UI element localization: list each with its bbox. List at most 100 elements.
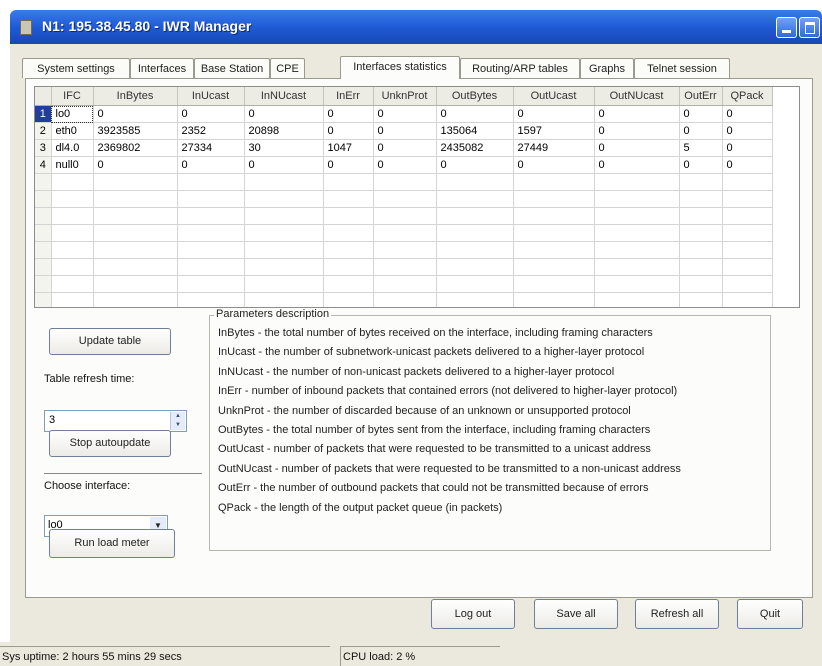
param-desc-line: InNUcast - the number of non-unicast pac… [218,365,615,378]
minimize-button[interactable] [776,17,797,38]
table-row[interactable]: 4 null0 0 0 0 0 0 0 0 0 0 0 [35,156,773,174]
column-header-inucast[interactable]: InUcast [177,87,245,106]
table-cell[interactable]: 3923585 [93,122,178,140]
table-cell[interactable]: 0 [177,156,245,174]
table-cell[interactable]: 2435082 [436,139,514,157]
table-row[interactable]: 2 eth0 3923585 2352 20898 0 0 135064 159… [35,122,773,140]
table-cell[interactable]: 30 [244,139,324,157]
table-row-empty [35,241,773,259]
table-row-empty [35,190,773,208]
table-cell[interactable]: 0 [323,156,374,174]
quit-button[interactable]: Quit [737,599,803,629]
table-cell[interactable]: 0 [679,105,723,123]
table-cell[interactable]: 0 [513,156,595,174]
param-desc-line: QPack - the length of the output packet … [218,501,503,514]
title-bar[interactable]: N1: 195.38.45.80 - IWR Manager [10,10,822,44]
parameters-description-group: Parameters description InBytes - the tot… [209,308,771,551]
table-cell[interactable]: 0 [513,105,595,123]
table-cell[interactable]: null0 [51,156,94,174]
refresh-time-label: Table refresh time: [44,373,135,385]
table-cell[interactable]: dl4.0 [51,139,94,157]
row-number[interactable]: 4 [35,156,52,174]
table-cell[interactable]: 0 [323,105,374,123]
column-header-outerr[interactable]: OutErr [679,87,723,106]
param-desc-line: OutErr - the number of outbound packets … [218,482,649,495]
table-cell[interactable]: 0 [679,122,723,140]
table-cell[interactable]: 0 [722,156,773,174]
log-out-button[interactable]: Log out [431,599,515,629]
table-cell[interactable]: 0 [323,122,374,140]
tab-telnet-session[interactable]: Telnet session [634,58,730,78]
table-cell[interactable]: 2352 [177,122,245,140]
column-header-inerr[interactable]: InErr [323,87,374,106]
save-all-button[interactable]: Save all [534,599,618,629]
row-number[interactable]: 3 [35,139,52,157]
tab-base-station[interactable]: Base Station [194,58,270,78]
table-cell[interactable]: 0 [722,139,773,157]
table-cell[interactable]: lo0 [51,105,94,123]
table-cell[interactable]: eth0 [51,122,94,140]
table-cell[interactable]: 1597 [513,122,595,140]
column-header-outbytes[interactable]: OutBytes [436,87,514,106]
maximize-button[interactable] [799,17,820,38]
table-cell[interactable]: 0 [244,156,324,174]
row-number[interactable]: 2 [35,122,52,140]
param-desc-line: OutUcast - number of packets that were r… [218,443,651,456]
run-load-meter-button[interactable]: Run load meter [49,529,175,558]
table-cell[interactable]: 5 [679,139,723,157]
table-cell[interactable]: 0 [722,105,773,123]
statistics-grid[interactable]: IFC InBytes InUcast InNUcast InErr UnknP… [34,86,800,308]
table-cell[interactable]: 0 [722,122,773,140]
table-cell[interactable]: 0 [436,156,514,174]
table-cell[interactable]: 0 [93,156,178,174]
table-cell[interactable]: 0 [594,139,680,157]
tab-interfaces[interactable]: Interfaces [130,58,194,78]
table-row[interactable]: 3 dl4.0 2369802 27334 30 1047 0 2435082 … [35,139,773,157]
column-header-innucast[interactable]: InNUcast [244,87,324,106]
table-cell[interactable]: 0 [679,156,723,174]
table-cell[interactable]: 0 [373,156,437,174]
table-cell[interactable]: 20898 [244,122,324,140]
table-cell[interactable]: 2369802 [93,139,178,157]
table-cell[interactable]: 0 [594,105,680,123]
param-desc-line: InBytes - the total number of bytes rece… [218,327,653,339]
table-cell[interactable]: 0 [93,105,178,123]
tab-interfaces-statistics[interactable]: Interfaces statistics [340,56,460,79]
table-cell[interactable]: 0 [373,105,437,123]
table-cell[interactable]: 27334 [177,139,245,157]
table-cell[interactable]: 135064 [436,122,514,140]
column-header-ifc[interactable]: IFC [51,87,94,106]
stop-autoupdate-button[interactable]: Stop autoupdate [49,430,171,457]
table-cell[interactable]: 0 [244,105,324,123]
column-header-qpack[interactable]: QPack [722,87,773,106]
table-cell[interactable]: 0 [436,105,514,123]
column-header-inbytes[interactable]: InBytes [93,87,178,106]
column-header-unknprot[interactable]: UnknProt [373,87,437,106]
column-header-outucast[interactable]: OutUcast [513,87,595,106]
refresh-time-spinner[interactable]: 3 ▲ ▼ [44,410,187,432]
row-number[interactable]: 1 [35,105,52,123]
interfaces-statistics-panel: IFC InBytes InUcast InNUcast InErr UnknP… [25,78,813,629]
table-cell[interactable]: 0 [594,122,680,140]
table-row-empty [35,275,773,293]
param-desc-line: OutBytes - the total number of bytes sen… [218,424,651,437]
table-cell[interactable]: 0 [177,105,245,123]
table-cell[interactable]: 27449 [513,139,595,157]
column-header-outnucast[interactable]: OutNUcast [594,87,680,106]
tab-graphs[interactable]: Graphs [580,58,634,78]
table-cell[interactable]: 0 [373,122,437,140]
table-cell[interactable]: 0 [373,139,437,157]
window-title: N1: 195.38.45.80 - IWR Manager [42,18,252,34]
update-table-button[interactable]: Update table [49,328,171,355]
table-row[interactable]: 1 lo0 0 0 0 0 0 0 0 0 0 0 [35,105,773,123]
tab-routing-arp-tables[interactable]: Routing/ARP tables [460,58,580,78]
parameters-description-list: InBytes - the total number of bytes rece… [218,324,681,518]
param-desc-line: UnknProt - the number of discarded becau… [218,404,631,417]
table-cell[interactable]: 0 [594,156,680,174]
table-cell[interactable]: 1047 [323,139,374,157]
refresh-all-button[interactable]: Refresh all [635,599,719,629]
table-row-empty [35,292,773,307]
tab-cpe[interactable]: CPE [270,58,305,78]
tab-system-settings[interactable]: System settings [22,58,130,78]
spinner-arrows-icon[interactable]: ▲ ▼ [170,412,185,430]
